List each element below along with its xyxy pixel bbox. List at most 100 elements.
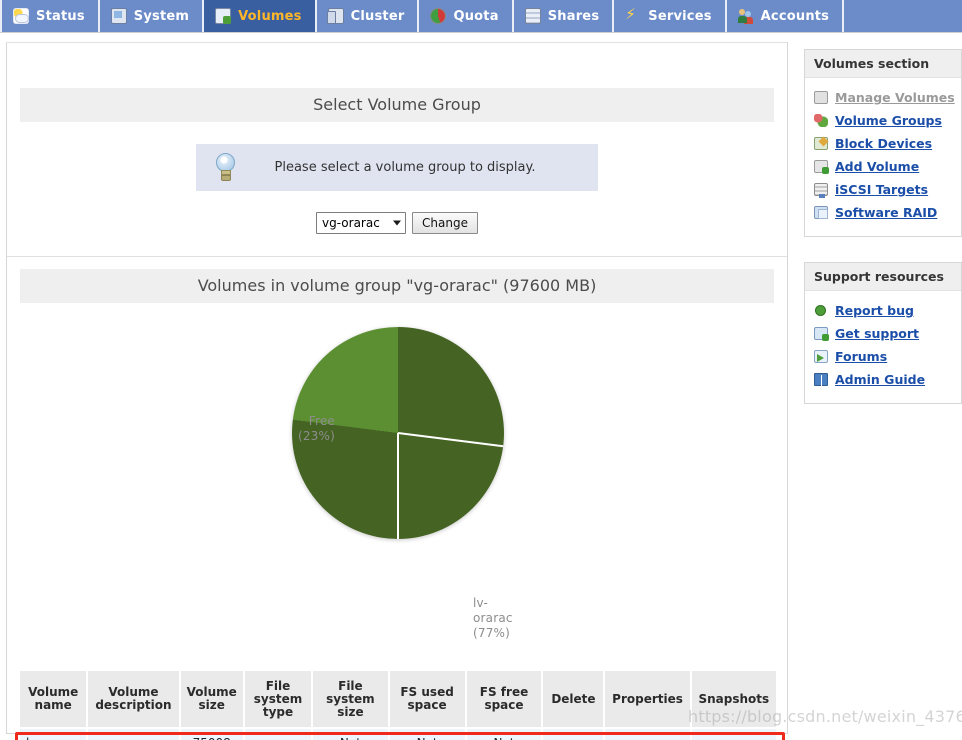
cell-line: Not: [317, 736, 383, 740]
main-navigation-tabs: Status System Volumes Cluster Quota Shares Ser…: [0, 0, 962, 33]
drive-add-icon: [814, 160, 829, 174]
iscsi-target-icon: [814, 183, 828, 198]
table-header-properties: Properties: [605, 671, 690, 727]
tab-services[interactable]: Services: [614, 0, 727, 32]
sidebar-item-volume-groups[interactable]: Volume Groups: [805, 109, 961, 132]
tab-label: System: [133, 8, 190, 24]
drive-icon: [814, 91, 828, 104]
tab-accounts[interactable]: Accounts: [726, 0, 845, 32]
page-root: Status System Volumes Cluster Quota Shares Ser…: [0, 0, 962, 740]
cell-delete: Delete: [543, 729, 604, 740]
tabbar-filler: [844, 0, 962, 32]
sidebar-item-block-devices[interactable]: Block Devices: [805, 132, 961, 155]
tab-label: Volumes: [238, 8, 302, 24]
sidebar-item-admin-guide[interactable]: Admin Guide: [805, 368, 961, 391]
sidebar-item-report-bug[interactable]: Report bug: [805, 299, 961, 322]
tab-label: Services: [648, 8, 712, 24]
sidebar-volumes-list: Manage Volumes Volume Groups Block Devices…: [805, 86, 961, 224]
book-icon: [814, 373, 828, 386]
cell-volume-name: lv-orarac: [20, 729, 87, 740]
cell-line: Not: [471, 736, 538, 740]
sidebar-item-get-support[interactable]: Get support: [805, 322, 961, 345]
table-header-line: File: [338, 678, 363, 693]
section-divider: [7, 256, 787, 257]
sidebar-item-label: Manage Volumes: [835, 90, 955, 105]
lightbulb-icon: [212, 152, 240, 184]
sidebar-item-label: iSCSI Targets: [835, 182, 929, 197]
tab-shares[interactable]: Shares: [513, 0, 615, 32]
lightning-icon: [625, 5, 641, 24]
table-header-line: Properties: [612, 691, 683, 706]
table-header-line: name: [34, 698, 72, 712]
tab-label: Status: [36, 8, 85, 24]
sidebar-item-software-raid[interactable]: Software RAID: [805, 201, 961, 224]
sidebar-item-label: Admin Guide: [835, 372, 926, 387]
sidebar-volumes-section: Volumes section Manage Volumes Volume Gro…: [804, 49, 962, 237]
table-header-snapshots: Snapshots: [691, 671, 776, 727]
cell-fs-type: iSCSI: [244, 729, 312, 740]
bug-icon: [814, 304, 828, 317]
sidebar-item-label: Forums: [835, 349, 888, 364]
tab-quota[interactable]: Quota: [419, 0, 514, 32]
table-header-line: system: [326, 691, 375, 706]
tab-status[interactable]: Status: [0, 0, 100, 32]
sidebar-item-forums[interactable]: Forums: [805, 345, 961, 368]
volume-group-select[interactable]: vg-orarac: [316, 212, 407, 234]
table-header-line: Delete: [551, 691, 596, 706]
spheres-icon: [814, 114, 828, 127]
table-header-row: Volume name Volume description Volume size Fil…: [20, 671, 776, 727]
monitor-icon: [110, 8, 127, 24]
cell-properties: Edit: [605, 729, 690, 740]
tab-volumes[interactable]: Volumes: [204, 0, 317, 32]
cell-fs-size: Notapplicable: [313, 729, 388, 740]
cell-fs-free-space: Notapplicable: [466, 729, 542, 740]
lifebuoy-icon: [814, 327, 829, 341]
cell-line: Not: [394, 736, 461, 740]
main-content-panel: Select Volume Group Please select a volu…: [6, 42, 788, 740]
tab-cluster[interactable]: Cluster: [316, 0, 420, 32]
servers-icon: [326, 8, 344, 24]
sidebar-support-list: Report bug Get support Forums Admin Guide: [805, 299, 961, 391]
block-edit-icon: [814, 137, 828, 150]
table-header-line: space: [407, 698, 447, 712]
cell-snapshots: Create: [691, 729, 776, 740]
table-header-line: description: [95, 698, 172, 712]
sun-cloud-icon: [13, 8, 29, 24]
pie-label-free: Free (23%): [297, 414, 335, 443]
select-volume-group-title: Select Volume Group: [20, 88, 774, 122]
table-header-file-system-size: File system size: [313, 671, 388, 727]
table-header-line: space: [484, 698, 524, 712]
sidebar-volumes-title: Volumes section: [805, 50, 961, 78]
table-header-line: Snapshots: [698, 691, 770, 706]
sidebar-item-label: Block Devices: [835, 136, 933, 151]
stack-icon: [524, 8, 541, 24]
cell-line: 75008: [185, 736, 239, 740]
pie-gauge-icon: [430, 8, 447, 24]
sidebar-item-label: Add Volume: [835, 159, 920, 174]
sidebar-support-title: Support resources: [805, 263, 961, 291]
table-header-line: system: [253, 691, 303, 706]
info-message-text: Please select a volume group to display.: [274, 160, 536, 175]
tab-label: Cluster: [350, 8, 405, 24]
sidebar-item-label: Software RAID: [835, 205, 938, 220]
volumes-table: Volume name Volume description Volume size Fil…: [18, 669, 778, 740]
table-header-line: size: [198, 698, 225, 712]
sidebar-item-add-volume[interactable]: Add Volume: [805, 155, 961, 178]
tab-system[interactable]: System: [99, 0, 205, 32]
cell-line: lv-: [26, 736, 82, 740]
table-header-volume-name: Volume name: [20, 671, 87, 727]
volume-usage-pie-chart: [7, 309, 787, 599]
table-header-volume-size: Volume size: [180, 671, 243, 727]
sidebar-item-label: Report bug: [835, 303, 914, 318]
change-button[interactable]: Change: [412, 212, 478, 234]
pie-label-lv-orarac: lv- orarac (77%): [473, 596, 513, 640]
volumes-in-group-title: Volumes in volume group "vg-orarac" (976…: [20, 269, 774, 303]
table-row: lv-oraracpg fro rac75008MBiSCSINotapplic…: [20, 729, 776, 740]
sidebar-item-iscsi-targets[interactable]: iSCSI Targets: [805, 178, 961, 201]
cell-fs-used-space: Notapplicable: [389, 729, 465, 740]
info-message-box: Please select a volume group to display.: [196, 144, 598, 191]
volume-disk-icon: [215, 8, 232, 24]
table-header-fs-used-space: FS used space: [389, 671, 465, 727]
cell-volume-description: pg fro rac: [88, 729, 179, 740]
sidebar-item-manage-volumes: Manage Volumes: [805, 86, 961, 109]
